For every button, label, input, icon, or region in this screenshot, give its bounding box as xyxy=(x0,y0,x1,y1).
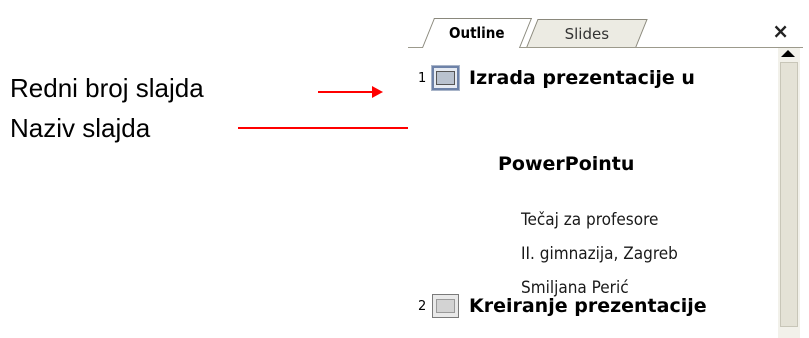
tab-slides[interactable]: Slides xyxy=(526,19,648,47)
slide-title-continuation: PowerPointu xyxy=(498,153,635,175)
slide-thumbnail-icon[interactable] xyxy=(432,294,459,318)
slide-name-annotation: Naziv slajda xyxy=(10,113,151,143)
outline-slide-2[interactable]: 2 Kreiranje prezentacije xyxy=(418,289,707,323)
scroll-thumb[interactable] xyxy=(780,62,798,327)
pane-tabstrip: Outline Slides × xyxy=(408,8,803,48)
outline-pane: Outline Slides × 1 Izrada prezentacije u… xyxy=(408,8,803,338)
tab-outline-label: Outline xyxy=(449,24,505,42)
slide-title: Izrada prezentacije u xyxy=(469,67,695,89)
close-icon[interactable]: × xyxy=(772,19,789,43)
slide-number-arrow-icon xyxy=(318,86,383,98)
slide-number: 2 xyxy=(418,298,427,314)
scroll-up-arrow-icon[interactable] xyxy=(781,50,795,57)
vertical-scrollbar[interactable] xyxy=(778,48,800,338)
slide-thumbnail-icon[interactable] xyxy=(432,66,459,90)
slide-number-annotation: Redni broj slajda xyxy=(10,73,204,103)
slide-number: 1 xyxy=(418,70,427,86)
slide-name-arrow-icon xyxy=(238,122,443,134)
tab-outline[interactable]: Outline xyxy=(421,18,533,48)
body-line: Tečaj za profesore xyxy=(521,210,659,230)
slide-title: Kreiranje prezentacije xyxy=(469,295,707,317)
outline-content: 1 Izrada prezentacije u PowerPointu Teča… xyxy=(408,48,778,338)
body-line: II. gimnazija, Zagreb xyxy=(521,244,678,264)
tab-slides-label: Slides xyxy=(564,25,609,43)
outline-slide-1[interactable]: 1 Izrada prezentacije u xyxy=(418,61,695,95)
